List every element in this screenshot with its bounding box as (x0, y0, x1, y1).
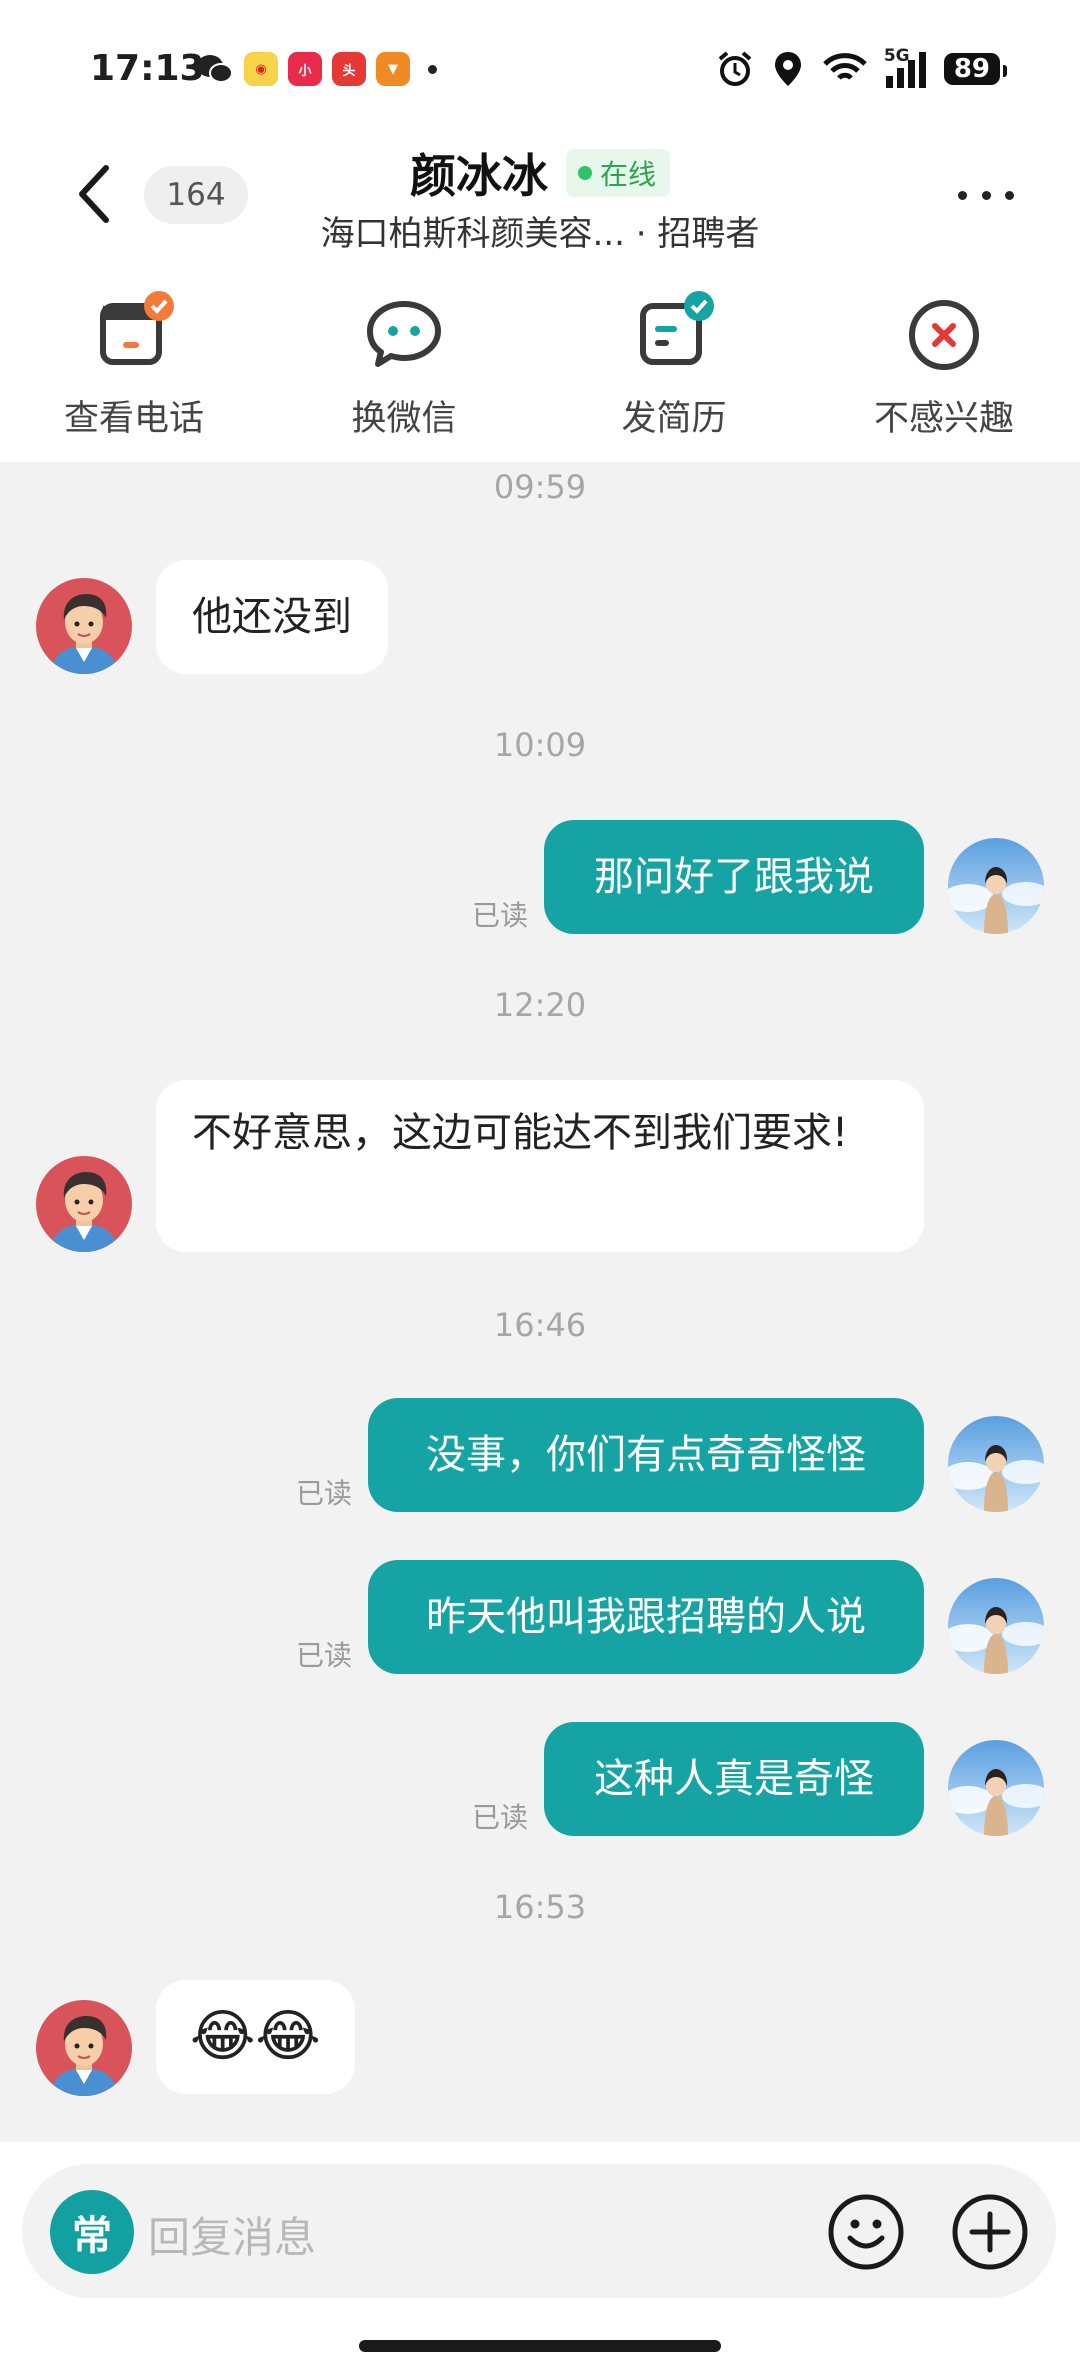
home-indicator[interactable] (359, 2340, 721, 2352)
recruiter-avatar[interactable] (36, 578, 132, 674)
outgoing-message[interactable]: 那问好了跟我说 (544, 820, 924, 934)
alarm-icon (718, 51, 752, 86)
wifi-icon (823, 53, 867, 80)
location-icon (774, 52, 801, 86)
wechat-icon (359, 290, 449, 380)
message-timestamp: 16:46 (493, 1306, 587, 1344)
fox-app-notification-icon: ▼ (376, 52, 410, 86)
status-right: 5G 89 (716, 46, 1008, 88)
more-options-button[interactable] (958, 170, 1014, 220)
read-receipt: 已读 (472, 1801, 529, 1834)
action-exchange-wechat[interactable]: 换微信 (284, 290, 524, 440)
contact-subtitle: 海口柏斯科颜美容... · 招聘者 (320, 214, 760, 254)
my-avatar[interactable] (948, 1578, 1044, 1674)
read-receipt: 已读 (296, 1477, 353, 1510)
recruiter-avatar[interactable] (36, 1156, 132, 1252)
outgoing-message[interactable]: 没事，你们有点奇奇怪怪 (368, 1398, 924, 1512)
read-receipt: 已读 (472, 899, 529, 932)
notification-icons: ◉ 小 头 ▼ (196, 52, 437, 86)
plus-icon[interactable] (950, 2192, 1030, 2272)
toutiao-notification-icon: 头 (332, 52, 366, 86)
my-avatar[interactable] (948, 1416, 1044, 1512)
weibo-notification-icon: ◉ (244, 52, 278, 86)
contact-name[interactable]: 颜冰冰 (410, 140, 548, 206)
incoming-message[interactable]: 不好意思，这边可能达不到我们要求! (156, 1080, 924, 1252)
action-send-resume[interactable]: 发简历 (554, 290, 794, 440)
action-label: 查看电话 (63, 399, 204, 439)
message-timestamp: 12:20 (493, 986, 587, 1024)
action-label: 发简历 (621, 399, 727, 439)
reply-input-placeholder[interactable]: 回复消息 (148, 2204, 316, 2265)
my-avatar[interactable] (948, 838, 1044, 934)
input-bar: 常 回复消息 (0, 2142, 1080, 2373)
resume-icon (629, 290, 719, 380)
not-interested-icon (899, 290, 989, 380)
reply-input-box[interactable]: 常 回复消息 (22, 2164, 1056, 2298)
common-phrases-button[interactable]: 常 (50, 2190, 134, 2274)
action-view-phone[interactable]: 查看电话 (14, 290, 254, 440)
battery-level: 89 (943, 53, 1008, 85)
incoming-message[interactable]: 他还没到 (156, 560, 388, 674)
my-avatar[interactable] (948, 1740, 1044, 1836)
more-notifications-dot (428, 64, 437, 74)
network-type: 5G (883, 46, 910, 66)
contact-name-row: 颜冰冰 在线 (0, 140, 1080, 206)
action-label: 不感兴趣 (873, 399, 1014, 439)
online-status-text: 在线 (599, 158, 656, 191)
status-time: 17:13 (90, 48, 205, 89)
recruiter-avatar[interactable] (36, 2000, 132, 2096)
online-status-badge: 在线 (565, 149, 670, 197)
incoming-emoji-message[interactable]: 😂😂 (156, 1980, 355, 2094)
message-timestamp: 16:53 (493, 1888, 587, 1926)
wechat-notification-icon (197, 55, 233, 83)
message-timestamp: 09:59 (493, 468, 587, 506)
read-receipt: 已读 (296, 1639, 353, 1672)
phone-card-icon (89, 290, 179, 380)
top-section: 17:13 ◉ 小 头 ▼ 5G 89 164 颜冰冰 在线 海口柏斯科颜美容.… (0, 0, 1080, 462)
emoji-icon[interactable] (826, 2192, 906, 2272)
outgoing-message[interactable]: 这种人真是奇怪 (544, 1722, 924, 1836)
action-not-interested[interactable]: 不感兴趣 (824, 290, 1064, 440)
signal-icon: 5G (884, 46, 926, 88)
online-dot-icon (577, 166, 592, 180)
action-label: 换微信 (351, 399, 457, 439)
outgoing-message[interactable]: 昨天他叫我跟招聘的人说 (368, 1560, 924, 1674)
xiaohongshu-notification-icon: 小 (288, 52, 322, 86)
message-timestamp: 10:09 (493, 726, 587, 764)
